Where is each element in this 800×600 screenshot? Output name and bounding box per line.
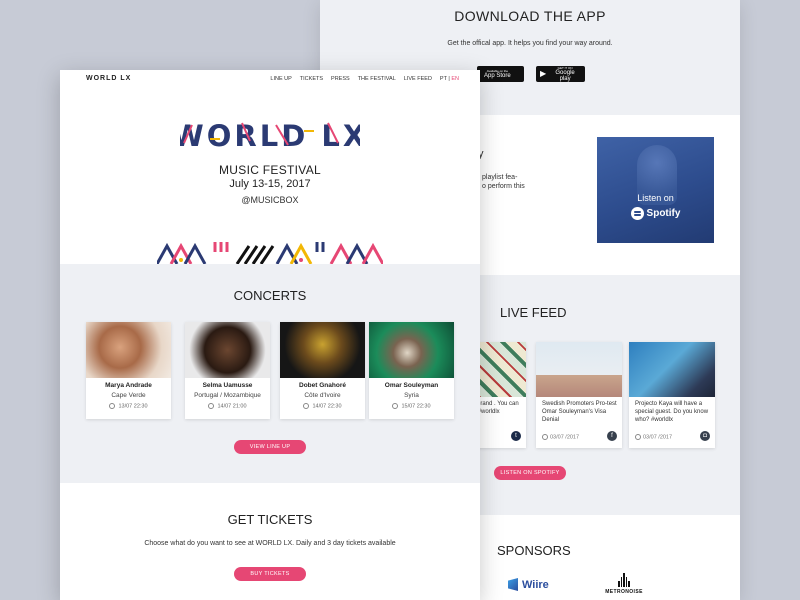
feed-image bbox=[536, 342, 622, 397]
concerts-section: CONCERTS Marya Andrade Cape Verde 13/07 … bbox=[60, 264, 480, 483]
lang-pt[interactable]: PT bbox=[440, 76, 447, 82]
google-play-button[interactable]: ▶ GET IT ON Google play bbox=[536, 66, 585, 82]
artist-name: Selma Uamusse bbox=[202, 382, 253, 389]
artist-card[interactable]: Selma Uamusse Portugal / Mozambique 14/0… bbox=[185, 322, 270, 419]
twitter-icon[interactable]: t bbox=[511, 431, 521, 441]
feed-text: Swedish Promoters Pro-test Omar Souleyma… bbox=[542, 401, 617, 423]
artist-date: 14/07 bbox=[217, 403, 232, 410]
feed-text: Projecto Kaya will have a special guest.… bbox=[635, 401, 709, 423]
artist-date: 15/07 bbox=[401, 403, 416, 410]
artist-country: Cape Verde bbox=[111, 392, 146, 399]
artist-country: Syria bbox=[404, 392, 419, 399]
spotify-text-line-2: o perform this bbox=[482, 183, 525, 190]
lang-separator: | bbox=[448, 76, 450, 82]
artist-time: 22:30 bbox=[416, 403, 431, 410]
clock-icon bbox=[109, 403, 116, 409]
artist-photo bbox=[369, 322, 454, 378]
metronoise-logo[interactable]: METRONOISE bbox=[604, 573, 644, 595]
metronoise-bars-icon bbox=[604, 573, 644, 587]
buy-tickets-button[interactable]: BUY TICKETS bbox=[234, 567, 306, 581]
artist-time: 22:30 bbox=[327, 403, 342, 410]
spotify-text-line-1: playlist fea- bbox=[482, 174, 518, 181]
google-play-label: Google play bbox=[555, 69, 575, 82]
feed-image bbox=[629, 342, 715, 397]
download-app-title: DOWNLOAD THE APP bbox=[454, 8, 606, 24]
spotify-brand: Spotify bbox=[597, 207, 714, 220]
clock-icon bbox=[542, 434, 548, 440]
feed-date-label: 03/07 /2017 bbox=[550, 434, 580, 441]
instagram-icon[interactable]: ◘ bbox=[700, 431, 710, 441]
tickets-title: GET TICKETS bbox=[227, 512, 313, 527]
clock-icon bbox=[392, 403, 399, 409]
artist-schedule: 15/07 22:30 bbox=[369, 403, 454, 409]
listen-on-label: Listen on bbox=[637, 193, 674, 203]
concerts-title: CONCERTS bbox=[233, 288, 307, 303]
feed-card[interactable]: Swedish Promoters Pro-test Omar Souleyma… bbox=[536, 342, 622, 448]
listen-on-spotify-button[interactable]: LISTEN ON SPOTIFY bbox=[494, 466, 566, 480]
clock-icon bbox=[208, 403, 215, 409]
nav-item-line-up[interactable]: LINE UP bbox=[270, 76, 291, 82]
facebook-icon[interactable]: f bbox=[607, 431, 617, 441]
clock-icon bbox=[303, 403, 310, 409]
artist-country: Portugal / Mozambique bbox=[194, 392, 261, 399]
venue-handle: @MUSICBOX bbox=[241, 195, 299, 205]
feed-card[interactable]: Projecto Kaya will have a special guest.… bbox=[629, 342, 715, 448]
artist-schedule: 14/07 21:00 bbox=[185, 403, 270, 409]
nav-item-live-feed[interactable]: LIVE FEED bbox=[404, 76, 432, 82]
artist-country: Côte d'Ivoire bbox=[304, 392, 341, 399]
metronoise-label: METRONOISE bbox=[605, 589, 643, 595]
play-icon: ▶ bbox=[540, 69, 547, 78]
wiire-mark-icon bbox=[508, 578, 518, 591]
artist-card[interactable]: Dobet Gnahoré Côte d'Ivoire 14/07 22:30 bbox=[280, 322, 365, 419]
main-nav: LINE UP TICKETS PRESS THE FESTIVAL LIVE … bbox=[270, 76, 459, 82]
artist-card[interactable]: Omar Souleyman Syria 15/07 22:30 bbox=[369, 322, 454, 419]
lang-en[interactable]: EN bbox=[451, 76, 459, 82]
festival-label: MUSIC FESTIVAL bbox=[219, 163, 321, 177]
artist-photo bbox=[185, 322, 270, 378]
feed-date: 03/07 /2017 bbox=[542, 434, 579, 440]
app-store-button[interactable]: Available on the App Store bbox=[477, 66, 524, 82]
artist-schedule: 14/07 22:30 bbox=[280, 403, 365, 409]
artist-card[interactable]: Marya Andrade Cape Verde 13/07 22:30 bbox=[86, 322, 171, 419]
hero-section: WORLD LX LINE UP TICKETS PRESS THE FESTI… bbox=[60, 70, 480, 264]
artist-schedule: 13/07 22:30 bbox=[86, 403, 171, 409]
front-page: WORLD LX LINE UP TICKETS PRESS THE FESTI… bbox=[60, 70, 480, 600]
app-store-label: App Store bbox=[484, 72, 511, 79]
world-lx-logo: WORLD LX bbox=[180, 119, 360, 151]
tickets-subtitle: Choose what do you want to see at WORLD … bbox=[144, 540, 396, 547]
artist-date: 13/07 bbox=[118, 403, 133, 410]
artist-name: Dobet Gnahoré bbox=[299, 382, 346, 389]
decorative-pattern bbox=[157, 242, 383, 264]
nav-item-tickets[interactable]: TICKETS bbox=[300, 76, 323, 82]
clock-icon bbox=[635, 434, 641, 440]
tickets-section: GET TICKETS Choose what do you want to s… bbox=[60, 483, 480, 600]
artist-photo bbox=[86, 322, 171, 378]
download-app-subtitle: Get the offical app. It helps you find y… bbox=[447, 40, 613, 47]
festival-dates: July 13-15, 2017 bbox=[229, 178, 311, 190]
language-switch: PT | EN bbox=[440, 76, 459, 82]
header-logo[interactable]: WORLD LX bbox=[86, 75, 131, 82]
nav-item-press[interactable]: PRESS bbox=[331, 76, 350, 82]
spotify-brand-label: Spotify bbox=[646, 208, 681, 219]
sponsors-title: SPONSORS bbox=[497, 543, 571, 558]
feed-date-label: 03/07 /2017 bbox=[643, 434, 673, 441]
wiire-label: Wiire bbox=[522, 578, 549, 591]
artist-photo bbox=[280, 322, 365, 378]
wiire-logo[interactable]: Wiire bbox=[508, 578, 549, 591]
view-line-up-button[interactable]: VIEW LINE UP bbox=[234, 440, 306, 454]
spotify-card[interactable]: Listen on Spotify bbox=[597, 137, 714, 243]
artist-time: 21:00 bbox=[232, 403, 247, 410]
artist-date: 14/07 bbox=[312, 403, 327, 410]
artist-name: Marya Andrade bbox=[105, 382, 152, 389]
artist-name: Omar Souleyman bbox=[384, 382, 439, 389]
live-feed-title: LIVE FEED bbox=[500, 305, 567, 320]
feed-date: 03/07 /2017 bbox=[635, 434, 672, 440]
artist-time: 22:30 bbox=[133, 403, 148, 410]
nav-item-the-festival[interactable]: THE FESTIVAL bbox=[358, 76, 396, 82]
spotify-icon bbox=[630, 207, 644, 220]
